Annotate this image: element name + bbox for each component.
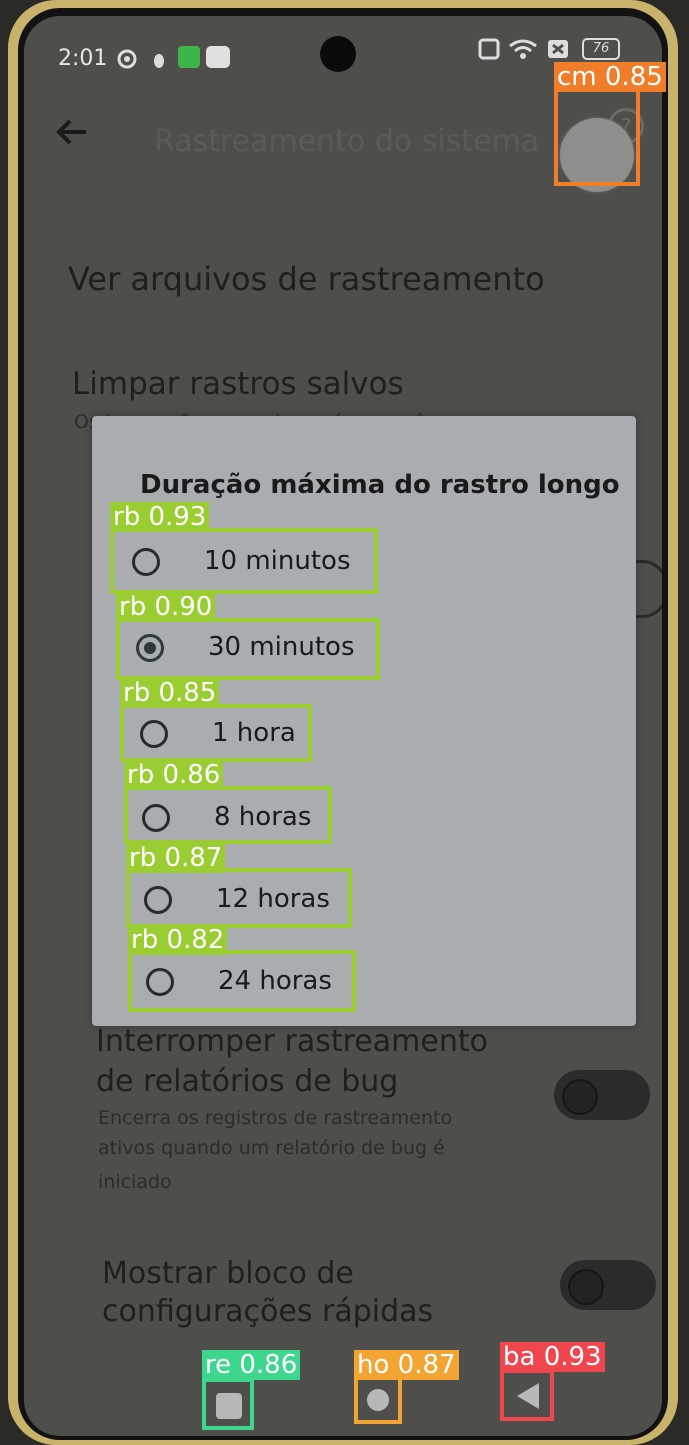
detection-label-rb: rb 0.86 [124,760,224,790]
detection-box-rb [126,868,352,928]
detection-label-ho: ho 0.87 [354,1350,459,1380]
detection-box-rb [110,528,378,594]
detection-box-ba [500,1369,554,1421]
quick-settings-title-2: configurações rápidas [102,1294,434,1329]
quick-settings-toggle[interactable] [560,1260,656,1310]
toggle-knob [568,1269,604,1305]
detection-box-rb [124,786,332,844]
clear-traces-title[interactable]: Limpar rastros salvos [72,366,404,402]
detection-label-ba: ba 0.93 [500,1342,605,1372]
detection-box-re [202,1378,254,1430]
detection-label-rb: rb 0.90 [116,592,216,622]
detection-label-rb: rb 0.87 [126,843,226,873]
stop-on-bugreport-sub-3: iniciado [98,1171,172,1193]
nfc-icon [478,38,500,60]
sim-off-icon [548,40,568,58]
stop-on-bugreport-toggle[interactable] [554,1070,650,1120]
stop-on-bugreport-title-2: de relatórios de bug [96,1064,399,1099]
page-title: Rastreamento do sistema [154,124,540,159]
stop-on-bugreport-sub-1: Encerra os registros de rastreamento [98,1107,453,1129]
detection-label-rb: rb 0.82 [128,925,228,955]
quick-settings-title-1: Mostrar bloco de [102,1256,354,1291]
detection-label-rb: rb 0.93 [110,502,210,532]
detection-box-rb [128,950,356,1012]
settings-gear-icon [117,49,137,69]
camera-hole [320,36,356,72]
back-arrow-icon[interactable] [52,112,92,152]
detection-label-rb: rb 0.85 [120,678,220,708]
view-trace-files-item[interactable]: Ver arquivos de rastreamento [68,260,545,298]
stop-on-bugreport-sub-2: ativos quando um relatório de bug é [98,1137,445,1159]
detection-box-cm [554,88,640,186]
toggle-knob [562,1079,598,1115]
detection-box-rb [116,618,380,680]
wifi-icon [509,39,537,59]
white-app-icon [206,46,230,68]
clock: 2:01 [58,46,108,71]
android-bug-icon [154,54,164,68]
detection-box-ho [354,1376,402,1424]
detection-box-rb [120,704,312,762]
detection-label-re: re 0.86 [202,1350,301,1380]
battery-icon: 76 [582,38,620,60]
green-app-icon [178,46,200,68]
dialog-title: Duração máxima do rastro longo [140,470,620,500]
detection-label-cm: cm 0.85 [554,62,666,92]
stop-on-bugreport-title-1: Interromper rastreamento [96,1024,488,1059]
